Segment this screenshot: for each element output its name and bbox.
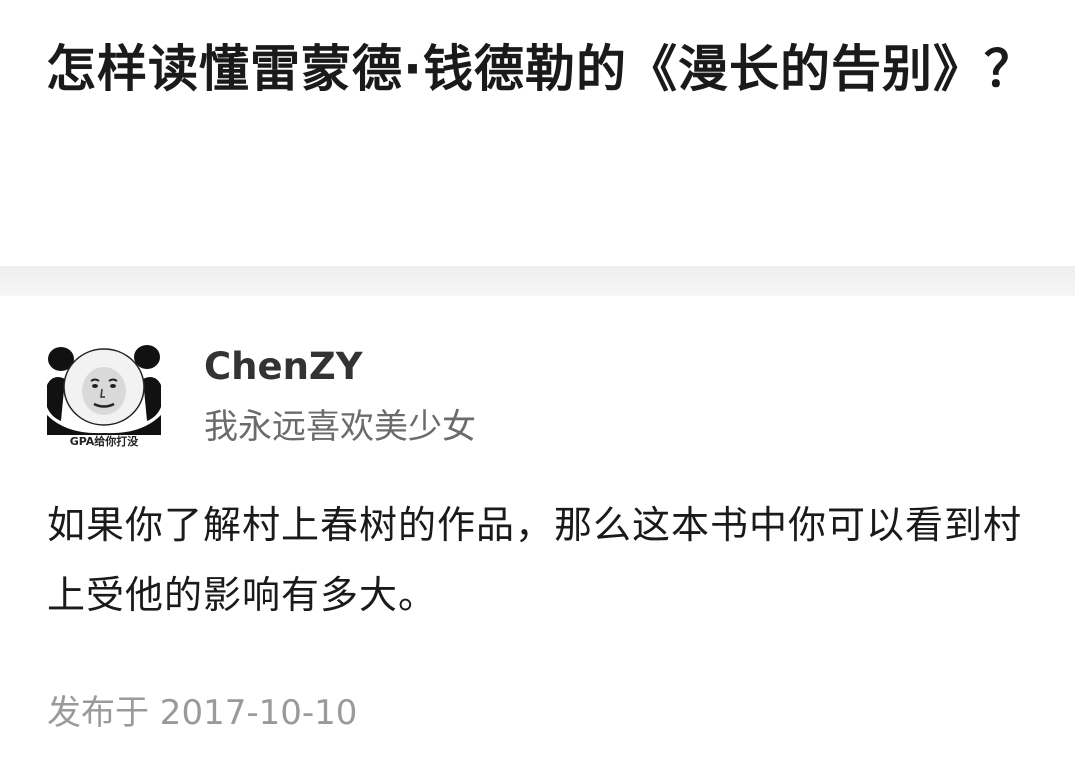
- section-divider: [0, 266, 1075, 296]
- author-avatar[interactable]: GPA给你打没: [47, 345, 161, 457]
- question-header[interactable]: 怎样读懂雷蒙德·钱德勒的《漫长的告别》？: [0, 0, 1075, 266]
- avatar-caption: GPA给你打没: [69, 435, 139, 448]
- answer-page: 怎样读懂雷蒙德·钱德勒的《漫长的告别》？ GPA给你打没 ChenZY 我永远喜…: [0, 0, 1075, 764]
- author-name[interactable]: ChenZY: [204, 344, 363, 390]
- publish-date: 发布于 2017-10-10: [47, 693, 358, 733]
- question-title[interactable]: 怎样读懂雷蒙德·钱德勒的《漫长的告别》？: [46, 24, 1036, 114]
- answer-content[interactable]: 如果你了解村上春树的作品，那么这本书中你可以看到村上受他的影响有多大。: [47, 490, 1037, 630]
- author-bio: 我永远喜欢美少女: [204, 407, 476, 447]
- panda-meme-avatar-icon: [47, 345, 161, 435]
